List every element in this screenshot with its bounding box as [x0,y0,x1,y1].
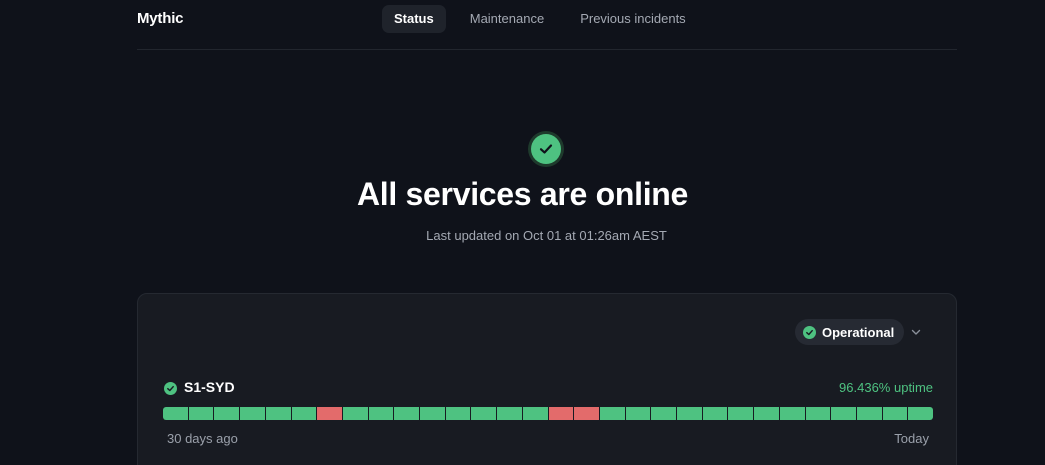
uptime-day-bar[interactable] [265,407,291,420]
status-badge-label: Operational [822,324,895,340]
uptime-day-bar[interactable] [625,407,651,420]
check-circle-icon [164,382,177,395]
uptime-day-bar[interactable] [342,407,368,420]
last-updated-text: Last updated on Oct 01 at 01:26am AEST [426,228,667,243]
uptime-day-bar[interactable] [677,407,702,420]
uptime-day-bar[interactable] [574,407,599,420]
service-uptime: 96.436% uptime [839,380,933,395]
range-start-label: 30 days ago [167,431,238,446]
uptime-day-bar[interactable] [317,407,342,420]
tab-previous-incidents[interactable]: Previous incidents [568,5,698,33]
nav-tabs: Status Maintenance Previous incidents [382,5,698,33]
uptime-day-bar[interactable] [805,407,831,420]
uptime-history-bar [163,407,934,420]
uptime-day-bar[interactable] [471,407,497,420]
uptime-day-bar[interactable] [163,407,188,420]
top-navigation: Mythic Status Maintenance Previous incid… [137,0,957,50]
range-end-label: Today [894,431,929,446]
tab-maintenance[interactable]: Maintenance [458,5,556,33]
brand-logo[interactable]: Mythic [137,10,184,27]
uptime-day-bar[interactable] [522,407,548,420]
uptime-day-bar[interactable] [702,407,728,420]
tab-status[interactable]: Status [382,5,446,33]
check-circle-icon [528,131,564,167]
status-page: Mythic Status Maintenance Previous incid… [0,0,1045,465]
uptime-day-bar[interactable] [445,407,471,420]
service-row: S1-SYD 96.436% uptime [164,379,933,399]
service-group-card: Operational S1-SYD 96.436% uptime 30 day… [137,293,957,465]
service-name: S1-SYD [184,379,235,395]
uptime-day-bar[interactable] [882,407,908,420]
operational-status-badge[interactable]: Operational [795,319,905,345]
page-title: All services are online [356,176,689,212]
uptime-day-bar[interactable] [754,407,779,420]
uptime-day-bar[interactable] [831,407,856,420]
chevron-down-icon[interactable] [909,325,923,339]
uptime-day-bar[interactable] [214,407,240,420]
uptime-day-bar[interactable] [599,407,625,420]
uptime-day-bar[interactable] [188,407,214,420]
uptime-day-bar[interactable] [368,407,394,420]
uptime-day-bar[interactable] [856,407,882,420]
uptime-day-bar[interactable] [240,407,265,420]
uptime-day-bar[interactable] [779,407,805,420]
check-circle-icon [803,325,816,339]
uptime-day-bar[interactable] [651,407,677,420]
uptime-day-bar[interactable] [497,407,522,420]
uptime-day-bar[interactable] [291,407,317,420]
uptime-day-bar[interactable] [548,407,574,420]
uptime-day-bar[interactable] [728,407,754,420]
uptime-day-bar[interactable] [420,407,445,420]
uptime-day-bar[interactable] [908,407,934,420]
uptime-day-bar[interactable] [394,407,420,420]
